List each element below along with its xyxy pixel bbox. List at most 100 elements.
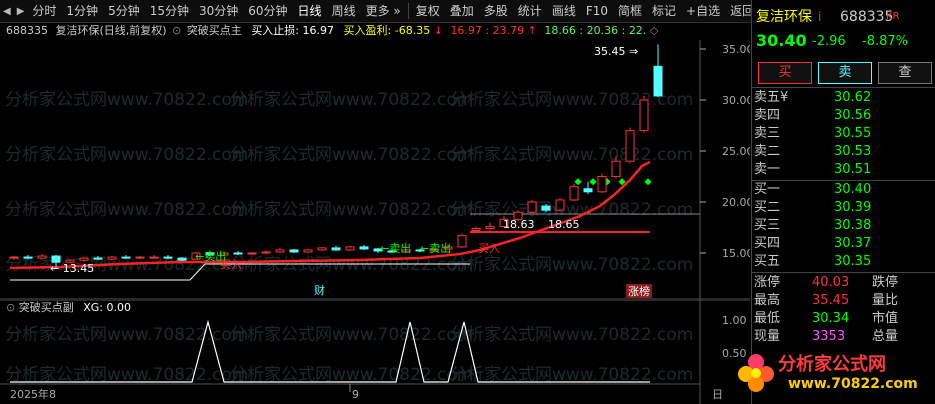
sub-indicator-name[interactable]: 突破买点副 [19,301,74,314]
tool-fuquan[interactable]: 复权 [411,0,445,22]
period-more[interactable]: 更多 » [361,0,406,22]
ask-price: 30.56 [834,108,872,123]
info-tag[interactable]: i [818,8,821,26]
stat-value: 40.03 [812,275,850,290]
candle [639,99,649,132]
bid-price: 30.39 [834,200,872,215]
tool-mark[interactable]: 标记 [647,0,681,22]
stock-title: 复洁环保(日线,前复权) [55,24,167,37]
bid-price: 30.40 [834,182,872,197]
flower-logo-icon [738,354,774,392]
candle [135,256,145,259]
y-tick: 30.00 [722,94,750,107]
tool-stats[interactable]: 统计 [513,0,547,22]
ma-line [9,160,651,270]
level-label-1: 18.63 [503,218,535,231]
period-5[interactable]: 30分钟 [194,0,243,22]
tool-draw[interactable]: 画线 [547,0,581,22]
bid-row: 买五 [754,254,781,269]
scroll-left-icon[interactable]: ◀ [0,6,14,17]
candle [289,249,299,253]
divider [407,3,409,19]
candle [247,252,257,255]
profit-value: -68.35 [394,24,431,37]
site-logo: 分析家公式网 www.70822.com [736,346,935,402]
value-5: 22. [628,24,647,37]
buy-button[interactable]: 买 [758,62,812,84]
sell-button[interactable]: 卖 [818,62,872,84]
cai-marker: 财 [314,283,325,297]
stock-code: 688335 [6,24,48,37]
chart-info-bar: 688335 复洁环保(日线,前复权) ⊙ 突破买点主 买入止损: 16.97 … [6,24,659,37]
tool-overlay[interactable]: 叠加 [445,0,479,22]
level-label-2: 18.65 [548,218,580,231]
high-label: 35.45 ⇒ [594,45,638,58]
stat-label: 现量 [754,329,781,344]
xg-value: XG: 0.00 [83,301,131,314]
scroll-right-icon[interactable]: ▶ [14,6,28,17]
period-4[interactable]: 15分钟 [145,0,194,22]
diamond-icon: ◇ [649,24,659,37]
sell-label-2: ←卖出 [380,241,411,255]
period-daily[interactable]: 日线 [293,0,327,22]
tool-frame[interactable]: 简框 [613,0,647,22]
ask-row: 卖一 [754,162,781,177]
stat-value: 30.34 [812,311,850,326]
query-button[interactable]: 查 [878,62,932,84]
bid-price: 30.37 [834,236,872,251]
zhangting-marker: 涨榜 [628,284,650,298]
candle [597,176,607,193]
period-weekly[interactable]: 周线 [327,0,361,22]
candle [555,199,565,211]
stat-label: 涨停 [754,275,781,290]
candle [611,160,621,177]
settings-icon[interactable]: ⊙ [6,301,15,314]
arrow-down-icon: ↓ [433,24,443,37]
quote-panel: 复洁环保 i 688335 KR 30.40 -2.96 -8.87% 买 卖 … [738,0,935,404]
y-axis-ticks: 35.00 30.00 25.00 20.00 15.00 [700,43,750,260]
candle [177,257,187,261]
period-2[interactable]: 1分钟 [61,0,103,22]
stat-label: 量比 [872,293,899,308]
candle [457,235,467,248]
stat-label: 总量 [872,329,899,344]
period-6[interactable]: 60分钟 [243,0,292,22]
tool-f10[interactable]: F10 [581,0,613,22]
date-left: 2025年8 [10,387,56,401]
candle [359,246,369,250]
tool-multi[interactable]: 多股 [479,0,513,22]
stock-name: 复洁环保 [756,9,812,25]
value-1: 16.97 [450,24,482,37]
candle [471,228,481,232]
candle [583,188,593,193]
candle [527,201,537,213]
settings-icon[interactable]: ⊙ [172,24,181,37]
period-3[interactable]: 5分钟 [103,0,145,22]
candle [93,257,103,260]
stat-label: 最低 [754,311,781,326]
candle [261,251,271,254]
candle [625,130,635,162]
candle [107,256,117,260]
indicator-name[interactable]: 突破买点主 [187,24,242,37]
signal-dots [574,178,652,186]
ask-price: 30.55 [834,126,872,141]
value-4: 20.36 [586,24,619,37]
stat-value: 3353 [812,329,846,344]
bid-row: 买二 [754,200,781,215]
value-3: 18.66 [544,24,576,37]
candle [541,205,551,211]
tool-add-fav[interactable]: +自选 [681,0,725,22]
stop-value: 16.97 [302,24,335,37]
y-tick: 1.00 [722,314,747,327]
candle [653,65,663,97]
candle [569,186,579,201]
candle [303,249,313,253]
candle [121,256,131,259]
ask-row: 卖五¥ [754,90,789,105]
candle [275,249,285,253]
period-1[interactable]: 分时 [27,0,61,22]
candlestick-chart[interactable]: 35.00 30.00 25.00 20.00 15.00 ← 13.45 35… [0,40,750,300]
bid-row: 买四 [754,236,781,251]
stop-label: 买入止损: [251,24,300,37]
